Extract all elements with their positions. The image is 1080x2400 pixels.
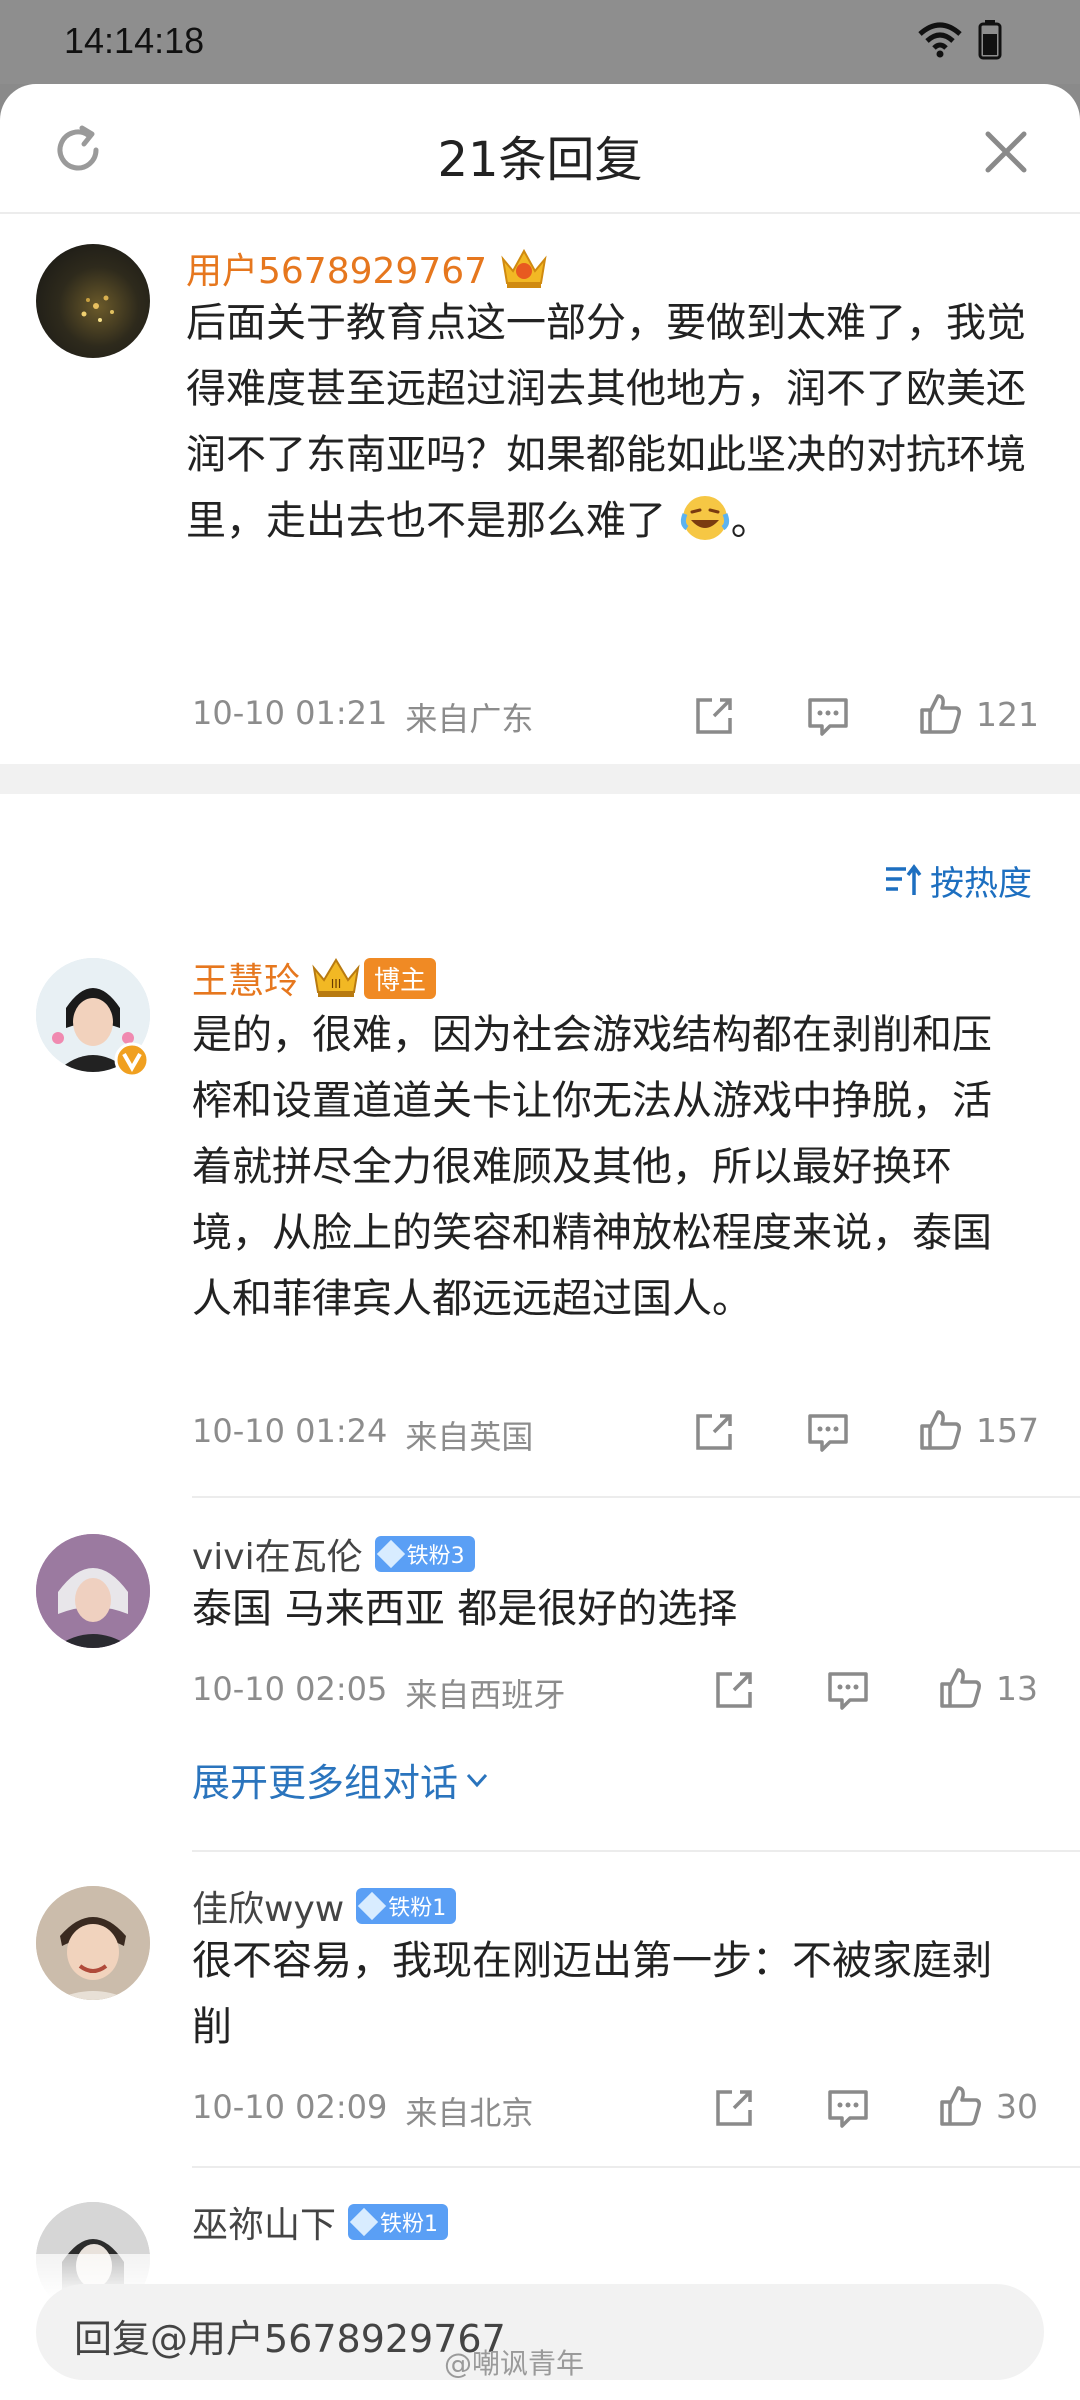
- diamond-icon: [358, 1891, 387, 1921]
- replies-sheet: 21条回复 用户5678929767 后面关于教育点这一部分，要做到太难了，我觉…: [0, 84, 1080, 2400]
- divider: [192, 1850, 1080, 1852]
- like-count: 157: [976, 1410, 1039, 1450]
- crown-icon: [501, 248, 547, 288]
- avatar-image: [36, 1886, 150, 2000]
- share-button[interactable]: [690, 692, 738, 740]
- reply-username[interactable]: vivi在瓦伦: [192, 1528, 363, 1580]
- reply-text: 很不容易，我现在刚迈出第一步：不被家庭剥削: [192, 1938, 992, 2050]
- reply-time-location: 10-10 01:24 来自英国: [192, 1412, 533, 1458]
- comment-icon: [808, 1414, 848, 1452]
- avatar-image: [81, 295, 114, 322]
- share-button[interactable]: [710, 1666, 758, 1714]
- share-button[interactable]: [710, 2084, 758, 2132]
- comment-time: 10-10 01:21: [192, 694, 388, 732]
- fan-badge: 铁粉1: [356, 1888, 457, 1924]
- reply-input-placeholder: 回复@用户5678929767: [74, 2317, 506, 2361]
- section-divider: [0, 764, 1080, 794]
- share-icon: [716, 2090, 752, 2126]
- thumbs-up-icon: [920, 1410, 961, 1450]
- sort-label: 按热度: [930, 864, 1032, 904]
- wifi-icon: [918, 22, 962, 58]
- avatar[interactable]: [36, 1886, 150, 2000]
- comment-text: 后面关于教育点这一部分，要做到太难了，我觉得难度甚至远超过润去其他地方，润不了欧…: [186, 300, 1026, 544]
- comment-button[interactable]: [824, 1666, 872, 1714]
- thumbs-up-icon: [940, 2086, 981, 2126]
- thumbs-up-icon: [920, 694, 961, 734]
- comment-icon: [828, 1672, 868, 1710]
- like-button[interactable]: 30: [936, 2082, 1038, 2130]
- like-button[interactable]: 157: [916, 1406, 1039, 1454]
- reply-location: 来自西班牙: [405, 1676, 566, 1714]
- like-button[interactable]: 13: [936, 1664, 1038, 1712]
- divider: [192, 2166, 1080, 2168]
- sort-icon: [886, 863, 922, 895]
- reply-text: 是的，很难，因为社会游戏结构都在剥削和压榨和设置道道关卡让你无法从游戏中挣脱，活…: [192, 1012, 992, 1322]
- comment-username[interactable]: 用户5678929767: [186, 242, 487, 294]
- thumbs-up-icon: [940, 1668, 981, 1708]
- reply-location: 来自英国: [405, 1418, 534, 1456]
- sort-toggle[interactable]: 按热度: [884, 856, 1032, 905]
- reply-time: 10-10 02:05: [192, 1670, 388, 1708]
- crown-icon: III: [312, 958, 360, 997]
- comment-icon: [808, 698, 848, 736]
- expand-more-link[interactable]: 展开更多组对话: [192, 1752, 492, 1807]
- watermark: @嘲讽青年: [444, 2347, 585, 2380]
- reply-text: 泰国 马来西亚 都是很好的选择: [192, 1586, 738, 1632]
- diamond-icon: [349, 2207, 379, 2237]
- avatar[interactable]: [36, 1534, 150, 1648]
- reply-username[interactable]: 佳欣wyw: [192, 1880, 344, 1932]
- like-count: 30: [996, 2086, 1038, 2126]
- reply-location: 来自北京: [405, 2094, 534, 2132]
- reply-time: 10-10 01:24: [192, 1412, 388, 1450]
- share-icon: [696, 1414, 732, 1450]
- share-button[interactable]: [690, 1408, 738, 1456]
- share-icon: [696, 698, 732, 734]
- fan-badge: 铁粉3: [374, 1536, 475, 1572]
- status-bar: 14:14:18: [0, 0, 1080, 84]
- like-count: 121: [976, 694, 1039, 734]
- comment-button[interactable]: [824, 2084, 872, 2132]
- chevron-down-icon: [466, 1773, 488, 1787]
- like-button[interactable]: 121: [916, 690, 1039, 738]
- comment-button[interactable]: [804, 692, 852, 740]
- expand-more-label: 展开更多组对话: [192, 1761, 459, 1805]
- reply-username[interactable]: 王慧玲: [192, 952, 300, 1004]
- status-time: 14:14:18: [64, 20, 205, 61]
- reply-time-location: 10-10 02:09 来自北京: [192, 2088, 533, 2134]
- divider: [192, 1496, 1080, 1498]
- sheet-header: 21条回复: [0, 84, 1080, 214]
- share-icon: [716, 1672, 752, 1708]
- battery-icon: [978, 20, 1002, 60]
- fan-badge: 铁粉1: [348, 2204, 449, 2240]
- verified-badge-icon: [114, 1042, 150, 1078]
- comment-button[interactable]: [804, 1408, 852, 1456]
- svg-text:III: III: [331, 977, 342, 991]
- like-count: 13: [996, 1668, 1038, 1708]
- comment-location: 来自广东: [405, 700, 534, 738]
- laugh-cry-emoji-icon: [680, 496, 729, 540]
- page-title: 21条回复: [437, 132, 643, 188]
- comment-icon: [828, 2090, 868, 2128]
- blogger-tag: 博主: [364, 957, 437, 999]
- diamond-icon: [376, 1539, 405, 1569]
- reply-time-location: 10-10 02:05 来自西班牙: [192, 1670, 565, 1716]
- reply-username[interactable]: 巫祢山下: [192, 2196, 336, 2248]
- avatar-image: [36, 1534, 150, 1648]
- close-icon[interactable]: [980, 126, 1032, 178]
- reply-time: 10-10 02:09: [192, 2088, 388, 2126]
- avatar[interactable]: [36, 244, 150, 358]
- comment-time-location: 10-10 01:21 来自广东: [192, 694, 533, 740]
